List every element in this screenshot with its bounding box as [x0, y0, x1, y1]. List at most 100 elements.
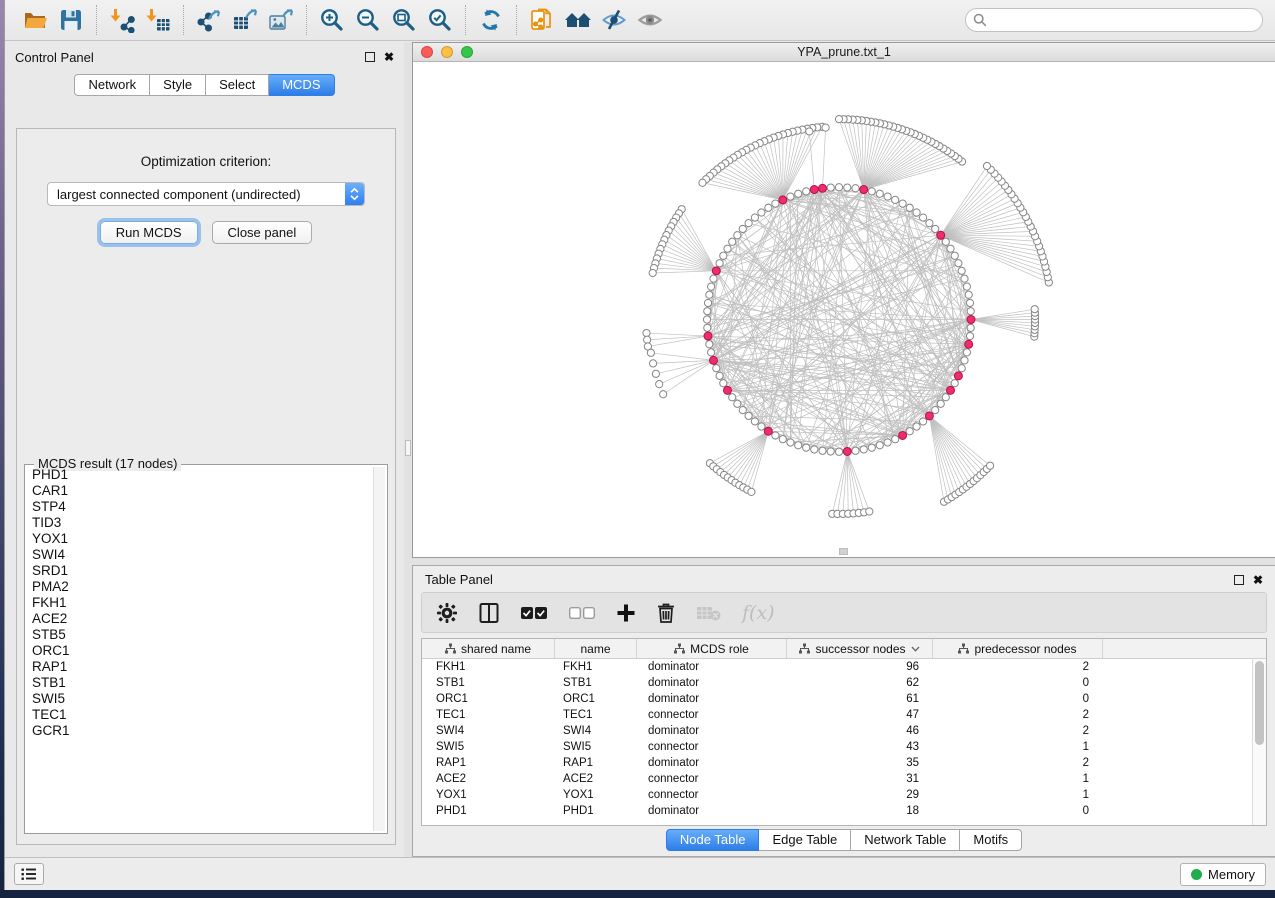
mcds-result-item[interactable]: TID3: [27, 515, 372, 531]
export-network-button[interactable]: [191, 4, 227, 36]
table-cell[interactable]: dominator: [637, 677, 787, 689]
import-network-button[interactable]: [104, 4, 140, 36]
zoom-out-button[interactable]: [350, 4, 386, 36]
mcds-result-item[interactable]: STP4: [27, 499, 372, 515]
table-cell[interactable]: 2: [933, 661, 1103, 673]
vertical-splitter[interactable]: [404, 42, 412, 857]
column-header-successor-nodes[interactable]: successor nodes: [787, 639, 933, 658]
table-cell[interactable]: connector: [637, 741, 787, 753]
table-cell[interactable]: dominator: [637, 725, 787, 737]
table-cell[interactable]: FKH1: [555, 661, 637, 673]
table-cell[interactable]: STB1: [555, 677, 637, 689]
table-cell[interactable]: PHD1: [555, 805, 637, 817]
mcds-result-item[interactable]: GCR1: [27, 723, 372, 739]
table-cell[interactable]: dominator: [637, 757, 787, 769]
table-settings-button[interactable]: [436, 602, 458, 624]
column-header-predecessor-nodes[interactable]: predecessor nodes: [933, 639, 1103, 658]
close-panel-button[interactable]: Close panel: [212, 221, 313, 244]
table-cell[interactable]: FKH1: [422, 661, 555, 673]
column-header-shared-name[interactable]: shared name: [422, 639, 555, 658]
show-all-button[interactable]: [632, 4, 668, 36]
hide-selected-button[interactable]: [596, 4, 632, 36]
table-cell[interactable]: SWI5: [422, 741, 555, 753]
task-history-button[interactable]: [14, 863, 44, 885]
table-scrollbar[interactable]: [1252, 659, 1266, 825]
table-row[interactable]: RAP1RAP1dominator352: [422, 755, 1266, 771]
table-cell[interactable]: 47: [787, 709, 933, 721]
table-cell[interactable]: connector: [637, 709, 787, 721]
mcds-result-item[interactable]: ACE2: [27, 611, 372, 627]
table-scrollbar-thumb[interactable]: [1255, 661, 1264, 745]
close-panel-icon[interactable]: ✖: [1253, 575, 1263, 585]
minimize-window-icon[interactable]: [441, 46, 453, 58]
table-cell[interactable]: 35: [787, 757, 933, 769]
table-cell[interactable]: 62: [787, 677, 933, 689]
memory-button[interactable]: Memory: [1180, 863, 1266, 886]
column-header-name[interactable]: name: [555, 639, 637, 658]
mcds-result-item[interactable]: YOX1: [27, 531, 372, 547]
mcds-result-item[interactable]: FKH1: [27, 595, 372, 611]
float-panel-icon[interactable]: [1234, 575, 1244, 585]
table-cell[interactable]: 1: [933, 773, 1103, 785]
table-cell[interactable]: ACE2: [555, 773, 637, 785]
horizontal-splitter[interactable]: [412, 558, 1275, 565]
tab-mcds[interactable]: MCDS: [269, 74, 334, 96]
table-cell[interactable]: dominator: [637, 661, 787, 673]
mcds-result-item[interactable]: PHD1: [27, 467, 372, 483]
save-session-button[interactable]: [53, 4, 89, 36]
tab-node-table[interactable]: Node Table: [666, 829, 760, 851]
mcds-result-item[interactable]: STB5: [27, 627, 372, 643]
export-table-button[interactable]: [227, 4, 263, 36]
mcds-result-item[interactable]: SWI4: [27, 547, 372, 563]
show-column-panel-button[interactable]: [478, 602, 500, 624]
table-row[interactable]: ACE2ACE2connector311: [422, 771, 1266, 787]
table-cell[interactable]: ORC1: [422, 693, 555, 705]
mcds-result-item[interactable]: SRD1: [27, 563, 372, 579]
close-panel-icon[interactable]: ✖: [384, 52, 394, 62]
table-cell[interactable]: SWI4: [555, 725, 637, 737]
network-canvas[interactable]: [413, 62, 1275, 557]
table-row[interactable]: SWI5SWI5connector431: [422, 739, 1266, 755]
table-row[interactable]: PHD1PHD1dominator180: [422, 803, 1266, 819]
table-row[interactable]: FKH1FKH1dominator962: [422, 659, 1266, 675]
table-cell[interactable]: 1: [933, 741, 1103, 753]
splitter-grip[interactable]: [405, 440, 411, 456]
table-cell[interactable]: 0: [933, 677, 1103, 689]
table-row[interactable]: SWI4SWI4dominator462: [422, 723, 1266, 739]
table-cell[interactable]: SWI4: [422, 725, 555, 737]
table-cell[interactable]: 2: [933, 757, 1103, 769]
table-cell[interactable]: 61: [787, 693, 933, 705]
table-cell[interactable]: 43: [787, 741, 933, 753]
search-input[interactable]: [965, 8, 1263, 32]
table-cell[interactable]: 2: [933, 709, 1103, 721]
criterion-select[interactable]: largest connected component (undirected): [47, 182, 365, 206]
table-cell[interactable]: TEC1: [555, 709, 637, 721]
canvas-grip[interactable]: [839, 548, 848, 555]
table-cell[interactable]: 2: [933, 725, 1103, 737]
mcds-list-scrollbar[interactable]: [373, 467, 385, 831]
table-cell[interactable]: connector: [637, 789, 787, 801]
mcds-result-item[interactable]: SWI5: [27, 691, 372, 707]
table-cell[interactable]: connector: [637, 773, 787, 785]
table-cell[interactable]: RAP1: [422, 757, 555, 769]
first-neighbors-button[interactable]: [560, 4, 596, 36]
table-row[interactable]: TEC1TEC1connector472: [422, 707, 1266, 723]
table-cell[interactable]: PHD1: [422, 805, 555, 817]
zoom-selected-button[interactable]: [422, 4, 458, 36]
create-column-button[interactable]: [616, 603, 636, 623]
mcds-result-item[interactable]: STB1: [27, 675, 372, 691]
table-cell[interactable]: ACE2: [422, 773, 555, 785]
open-file-button[interactable]: [17, 4, 53, 36]
column-header-MCDS-role[interactable]: MCDS role: [637, 639, 787, 658]
table-cell[interactable]: ORC1: [555, 693, 637, 705]
table-cell[interactable]: 31: [787, 773, 933, 785]
table-cell[interactable]: 0: [933, 805, 1103, 817]
network-from-doc-button[interactable]: [524, 4, 560, 36]
table-cell[interactable]: dominator: [637, 805, 787, 817]
deselect-all-rows-button[interactable]: [568, 605, 596, 621]
run-mcds-button[interactable]: Run MCDS: [100, 221, 198, 244]
float-panel-icon[interactable]: [365, 52, 375, 62]
mcds-result-item[interactable]: ORC1: [27, 643, 372, 659]
table-cell[interactable]: YOX1: [555, 789, 637, 801]
table-cell[interactable]: 46: [787, 725, 933, 737]
